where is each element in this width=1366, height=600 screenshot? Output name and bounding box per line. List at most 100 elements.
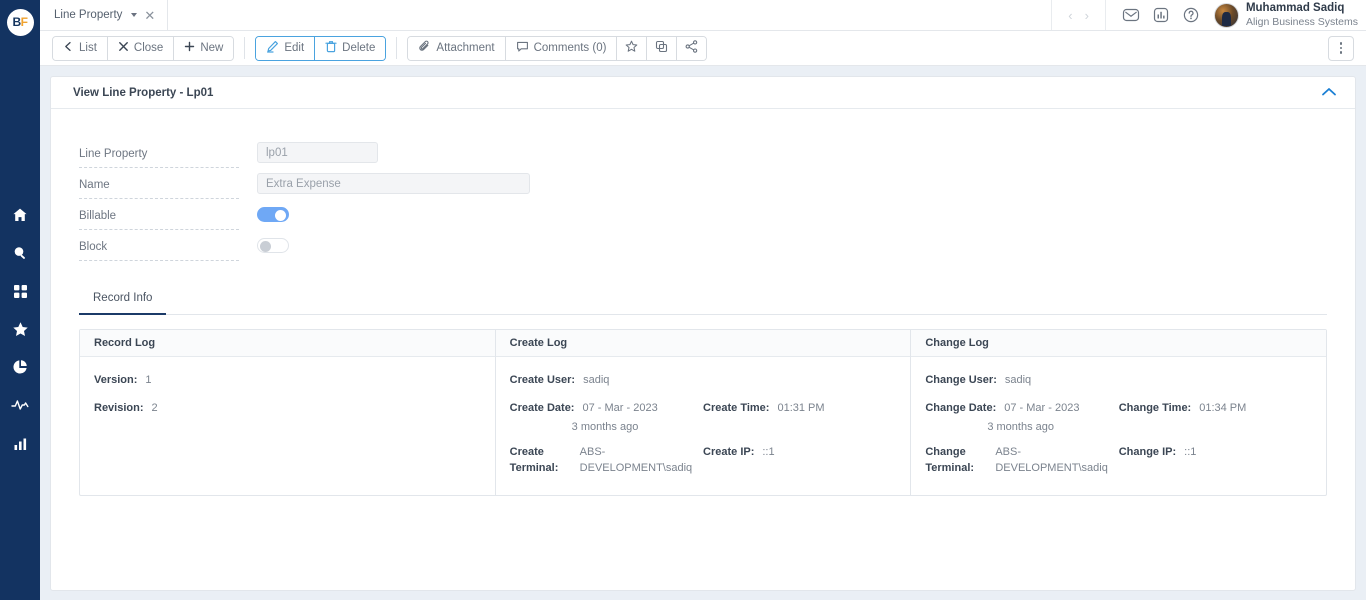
activity-pulse-icon — [11, 397, 29, 413]
delete-label: Delete — [342, 42, 376, 54]
change-date-label: Change Date: — [925, 401, 997, 414]
create-date-relative: 3 months ago — [571, 420, 639, 433]
record-info-tabs: Record Info — [79, 283, 1327, 315]
sidebar-item-search[interactable] — [0, 234, 40, 272]
change-terminal-label: Change Terminal: — [925, 445, 975, 474]
topbar-filler — [168, 0, 1051, 30]
favorite-button[interactable] — [617, 36, 648, 60]
change-date-col: Change Date: 07 - Mar - 2023 3 months ag… — [925, 401, 1118, 445]
change-date-relative: 3 months ago — [987, 420, 1054, 433]
change-ip-col: Change IP: ::1 — [1119, 445, 1312, 489]
app-logo[interactable]: BF — [0, 0, 40, 44]
tab-label: Line Property — [54, 9, 123, 21]
mail-icon[interactable] — [1122, 6, 1140, 24]
card-header: View Line Property - Lp01 — [51, 77, 1355, 109]
change-terminal-col: Change Terminal: ABS-DEVELOPMENT\sadiq — [925, 445, 1118, 489]
plus-icon — [184, 41, 195, 55]
version-row: Version: 1 — [94, 373, 481, 389]
more-options-button[interactable] — [1328, 35, 1354, 61]
create-time-label: Create Time: — [703, 401, 770, 414]
record-card: View Line Property - Lp01 Line Property … — [50, 76, 1356, 591]
topbar: Line Property ✕ ‹ › Muhammad Sadiq Align… — [40, 0, 1366, 31]
sidebar-item-activity[interactable] — [0, 386, 40, 424]
change-date-value: 07 - Mar - 2023 — [1004, 401, 1080, 414]
field-label: Line Property — [79, 148, 239, 168]
field-label: Name — [79, 179, 239, 199]
star-icon — [12, 321, 29, 338]
record-navigation: ‹ › — [1051, 0, 1106, 30]
change-datetime-grid: Change Date: 07 - Mar - 2023 3 months ag… — [925, 401, 1312, 445]
x-icon — [118, 41, 129, 55]
new-button[interactable]: New — [174, 36, 234, 60]
field-control: lp01 — [257, 142, 378, 163]
change-ip-value: ::1 — [1184, 445, 1197, 458]
billable-toggle[interactable] — [257, 207, 289, 222]
user-menu[interactable]: Muhammad Sadiq Align Business Systems — [1212, 2, 1358, 28]
close-label: Close — [133, 42, 164, 54]
next-record-button[interactable]: › — [1085, 9, 1089, 22]
name-input[interactable]: Extra Expense — [257, 173, 530, 194]
prev-record-button[interactable]: ‹ — [1068, 9, 1072, 22]
chevron-down-icon[interactable] — [131, 13, 138, 17]
create-terminal-value: ABS-DEVELOPMENT\sadiq — [579, 445, 693, 474]
user-name: Muhammad Sadiq — [1245, 2, 1345, 15]
block-toggle[interactable] — [257, 238, 289, 253]
record-log-header: Record Log — [80, 330, 495, 357]
change-date-row: Change Date: 07 - Mar - 2023 — [925, 401, 1118, 417]
change-terminal-row: Change Terminal: ABS-DEVELOPMENT\sadiq — [925, 445, 1118, 477]
line-property-input[interactable]: lp01 — [257, 142, 378, 163]
create-ip-value: ::1 — [762, 445, 775, 458]
version-value: 1 — [145, 374, 152, 386]
chevron-up-icon[interactable] — [1321, 84, 1337, 102]
create-time-col: Create Time: 01:31 PM — [703, 401, 896, 445]
edit-delete-group: Edit Delete — [255, 35, 387, 61]
record-log-panel: Record Log Version: 1 Revision: 2 — [80, 330, 496, 495]
close-icon[interactable]: ✕ — [144, 9, 155, 22]
list-button[interactable]: List — [53, 36, 108, 60]
field-label: Block — [79, 241, 239, 261]
logo-letter-f: F — [20, 15, 28, 29]
create-ip-col: Create IP: ::1 — [703, 445, 896, 489]
sidebar-item-home[interactable] — [0, 196, 40, 234]
change-time-col: Change Time: 01:34 PM — [1119, 401, 1312, 445]
revision-label: Revision: — [94, 401, 144, 414]
change-ip-row: Change IP: ::1 — [1119, 445, 1312, 461]
sidebar: BF — [0, 0, 40, 600]
sidebar-item-reports[interactable] — [0, 348, 40, 386]
sidebar-item-apps[interactable] — [0, 272, 40, 310]
create-date-col: Create Date: 07 - Mar - 2023 3 months ag… — [510, 401, 703, 445]
help-icon[interactable] — [1182, 6, 1200, 24]
version-label: Version: — [94, 374, 138, 386]
action-toolbar: List Close New Edit Delete Attachment Co… — [40, 31, 1366, 66]
pie-chart-icon — [12, 359, 28, 375]
grid-apps-icon — [13, 284, 28, 299]
tab-line-property[interactable]: Line Property ✕ — [40, 0, 169, 30]
change-ip-label: Change IP: — [1118, 445, 1177, 458]
sidebar-item-analytics[interactable] — [0, 424, 40, 462]
duplicate-button[interactable] — [647, 36, 678, 60]
share-button[interactable] — [677, 36, 707, 60]
pencil-icon — [266, 40, 279, 56]
field-control — [257, 238, 289, 253]
record-log-body: Version: 1 Revision: 2 — [80, 357, 495, 495]
delete-button[interactable]: Delete — [315, 36, 386, 60]
trash-icon — [325, 40, 337, 56]
create-log-header: Create Log — [495, 330, 911, 357]
edit-button[interactable]: Edit — [256, 36, 316, 60]
attachment-button[interactable]: Attachment — [408, 36, 506, 60]
chevron-left-icon — [63, 41, 74, 55]
main-area: Line Property ✕ ‹ › Muhammad Sadiq Align… — [40, 0, 1366, 600]
comments-button[interactable]: Comments (0) — [505, 36, 618, 60]
share-icon — [685, 40, 698, 56]
edit-label: Edit — [284, 42, 305, 54]
create-date-value: 07 - Mar - 2023 — [582, 401, 658, 414]
change-time-value: 01:34 PM — [1199, 401, 1247, 414]
create-time-value: 01:31 PM — [777, 401, 825, 414]
tabstrip: Line Property ✕ — [40, 0, 169, 30]
paperclip-icon — [418, 40, 431, 56]
revision-value: 2 — [151, 401, 158, 414]
reports-chart-icon[interactable] — [1152, 6, 1170, 24]
close-button[interactable]: Close — [107, 36, 175, 60]
tab-record-info[interactable]: Record Info — [79, 283, 167, 315]
sidebar-item-favorites[interactable] — [0, 310, 40, 348]
